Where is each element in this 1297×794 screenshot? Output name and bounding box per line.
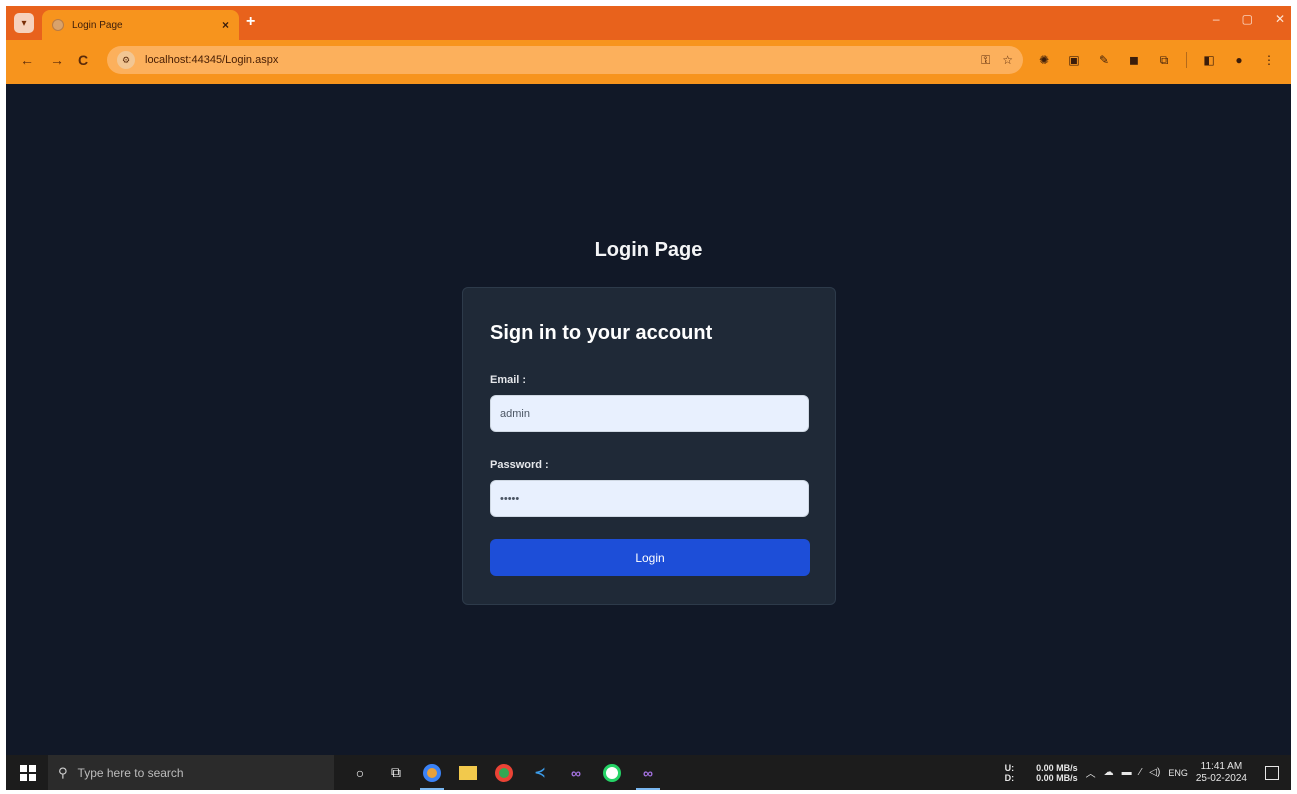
email-label: Email : [490, 374, 527, 386]
windows-taskbar: ⚲ Type here to search ○ ⧉ ≺ ∞ ∞ U: D: 0.… [6, 755, 1291, 790]
tray-chevron-up-icon[interactable]: ︿ [1086, 765, 1096, 780]
minimize-button[interactable]: – [1213, 12, 1220, 26]
browser-tab[interactable]: Login Page × [42, 10, 239, 40]
net-speed-labels: U: D: [1005, 763, 1015, 783]
browser-toolbar: ← → C ⚙ localhost:44345/Login.aspx ⚿ ☆ ✺… [6, 40, 1291, 84]
url-text[interactable]: localhost:44345/Login.aspx [145, 54, 969, 66]
file-explorer-icon[interactable] [450, 755, 486, 790]
side-panel-icon[interactable]: ◧ [1201, 52, 1217, 68]
tab-title: Login Page [72, 19, 123, 31]
net-up-speed: 0.00 MB/s [1036, 762, 1078, 773]
screen: ▾ Login Page × + – ▢ ✕ ← → C ⚙ localhost… [6, 6, 1291, 790]
tab-search-chevron-icon[interactable]: ▾ [14, 13, 34, 33]
language-indicator[interactable]: ENG [1168, 768, 1188, 778]
extension-screen-icon[interactable]: ▣ [1066, 52, 1082, 68]
login-button[interactable]: Login [490, 539, 810, 576]
system-tray: U: D: 0.00 MB/s 0.00 MB/s ︿ ☁ ▬ ⁄ ◁) ENG… [1005, 755, 1279, 790]
vscode-icon[interactable]: ≺ [522, 755, 558, 790]
task-view-icon[interactable]: ⧉ [378, 755, 414, 790]
clock-time: 11:41 AM [1200, 760, 1243, 772]
visual-studio-2-icon[interactable]: ∞ [630, 755, 666, 790]
reload-icon[interactable]: C [78, 52, 88, 68]
password-field[interactable] [490, 480, 809, 517]
password-label: Password : [490, 459, 549, 471]
chrome-profile-icon[interactable] [486, 755, 522, 790]
bookmark-star-icon[interactable]: ☆ [1002, 53, 1013, 67]
battery-icon[interactable]: ▬ [1122, 767, 1132, 778]
windows-start-icon[interactable] [20, 765, 36, 781]
volume-icon[interactable]: ◁) [1149, 767, 1160, 778]
new-tab-button[interactable]: + [246, 13, 255, 31]
extensions-bar: ✺ ▣ ✎ ◼ ⧉ ◧ ● ⋮ [1036, 52, 1277, 68]
whatsapp-icon[interactable] [594, 755, 630, 790]
window-controls: – ▢ ✕ [1213, 12, 1285, 26]
cortana-circle-icon[interactable]: ○ [342, 755, 378, 790]
back-arrow-icon[interactable]: ← [20, 52, 34, 68]
extension-gear-icon[interactable]: ✺ [1036, 52, 1052, 68]
visual-studio-icon[interactable]: ∞ [558, 755, 594, 790]
browser-menu-icon[interactable]: ⋮ [1261, 52, 1277, 68]
taskbar-clock[interactable]: 11:41 AM 25-02-2024 [1196, 761, 1247, 785]
login-card: Sign in to your account Email : Password… [462, 287, 836, 605]
tab-favicon-icon [52, 19, 64, 31]
clock-date: 25-02-2024 [1195, 772, 1247, 784]
tab-close-icon[interactable]: × [222, 18, 229, 32]
browser-tab-bar: ▾ Login Page × + – ▢ ✕ [6, 6, 1291, 40]
card-heading: Sign in to your account [490, 322, 713, 344]
network-icon[interactable]: ⁄ [1140, 767, 1142, 778]
net-down-label: D: [1004, 772, 1015, 783]
taskbar-apps: ○ ⧉ ≺ ∞ ∞ [342, 755, 666, 790]
toolbar-separator [1186, 52, 1187, 68]
search-placeholder: Type here to search [77, 765, 184, 780]
extension-pen-icon[interactable]: ✎ [1096, 52, 1112, 68]
chrome-app-icon[interactable] [414, 755, 450, 790]
password-key-icon[interactable]: ⚿ [981, 53, 990, 68]
profile-avatar-icon[interactable]: ● [1231, 52, 1247, 68]
address-bar[interactable]: ⚙ localhost:44345/Login.aspx ⚿ ☆ [107, 46, 1023, 74]
net-up-label: U: [1004, 762, 1015, 773]
taskbar-search-box[interactable]: ⚲ Type here to search [48, 755, 334, 790]
net-speed-values: 0.00 MB/s 0.00 MB/s [1036, 763, 1078, 783]
forward-arrow-icon[interactable]: → [50, 52, 64, 68]
extensions-puzzle-icon[interactable]: ⧉ [1156, 52, 1172, 68]
search-icon: ⚲ [58, 764, 68, 780]
onedrive-cloud-icon[interactable]: ☁ [1104, 767, 1114, 778]
site-info-icon[interactable]: ⚙ [117, 51, 135, 69]
extension-badge-icon[interactable]: ◼ [1126, 52, 1142, 68]
notification-center-icon[interactable] [1265, 765, 1279, 780]
page-title: Login Page [594, 239, 703, 261]
net-down-speed: 0.00 MB/s [1036, 772, 1078, 783]
close-window-button[interactable]: ✕ [1275, 12, 1285, 26]
email-field[interactable] [490, 395, 809, 432]
maximize-button[interactable]: ▢ [1242, 12, 1253, 26]
